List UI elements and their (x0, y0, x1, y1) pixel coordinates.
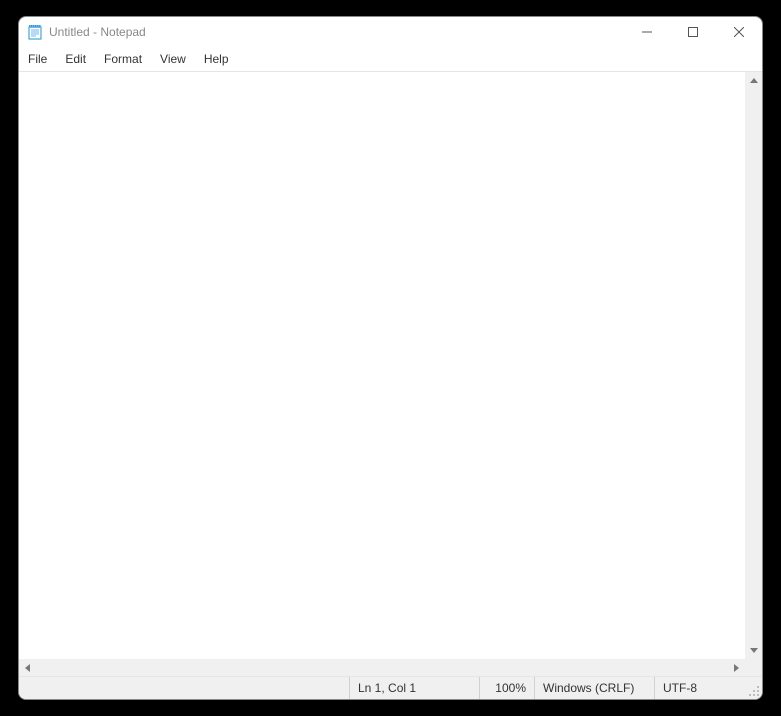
notepad-icon (27, 24, 43, 40)
status-line-ending: Windows (CRLF) (534, 677, 654, 699)
status-encoding: UTF-8 (654, 677, 744, 699)
menubar: File Edit Format View Help (19, 47, 762, 72)
status-zoom: 100% (479, 677, 534, 699)
horizontal-scrollbar[interactable] (19, 659, 745, 676)
text-editor[interactable] (19, 72, 745, 659)
scroll-right-icon[interactable] (728, 659, 745, 676)
close-button[interactable] (716, 17, 762, 47)
status-position: Ln 1, Col 1 (349, 677, 479, 699)
window-title: Untitled - Notepad (49, 25, 146, 39)
scroll-left-icon[interactable] (19, 659, 36, 676)
editor-area (19, 72, 762, 659)
menu-edit[interactable]: Edit (56, 49, 95, 69)
vertical-scrollbar[interactable] (745, 72, 762, 659)
menu-format[interactable]: Format (95, 49, 151, 69)
resize-grip-icon[interactable] (744, 677, 762, 699)
notepad-window: Untitled - Notepad File Edit Format View… (18, 16, 763, 700)
menu-help[interactable]: Help (195, 49, 238, 69)
scroll-up-icon[interactable] (745, 72, 762, 89)
menu-file[interactable]: File (19, 49, 56, 69)
scroll-down-icon[interactable] (745, 642, 762, 659)
window-controls (624, 17, 762, 47)
statusbar: Ln 1, Col 1 100% Windows (CRLF) UTF-8 (19, 676, 762, 699)
menu-view[interactable]: View (151, 49, 195, 69)
maximize-button[interactable] (670, 17, 716, 47)
scroll-corner (745, 659, 762, 676)
titlebar[interactable]: Untitled - Notepad (19, 17, 762, 47)
titlebar-left: Untitled - Notepad (27, 24, 146, 40)
minimize-button[interactable] (624, 17, 670, 47)
